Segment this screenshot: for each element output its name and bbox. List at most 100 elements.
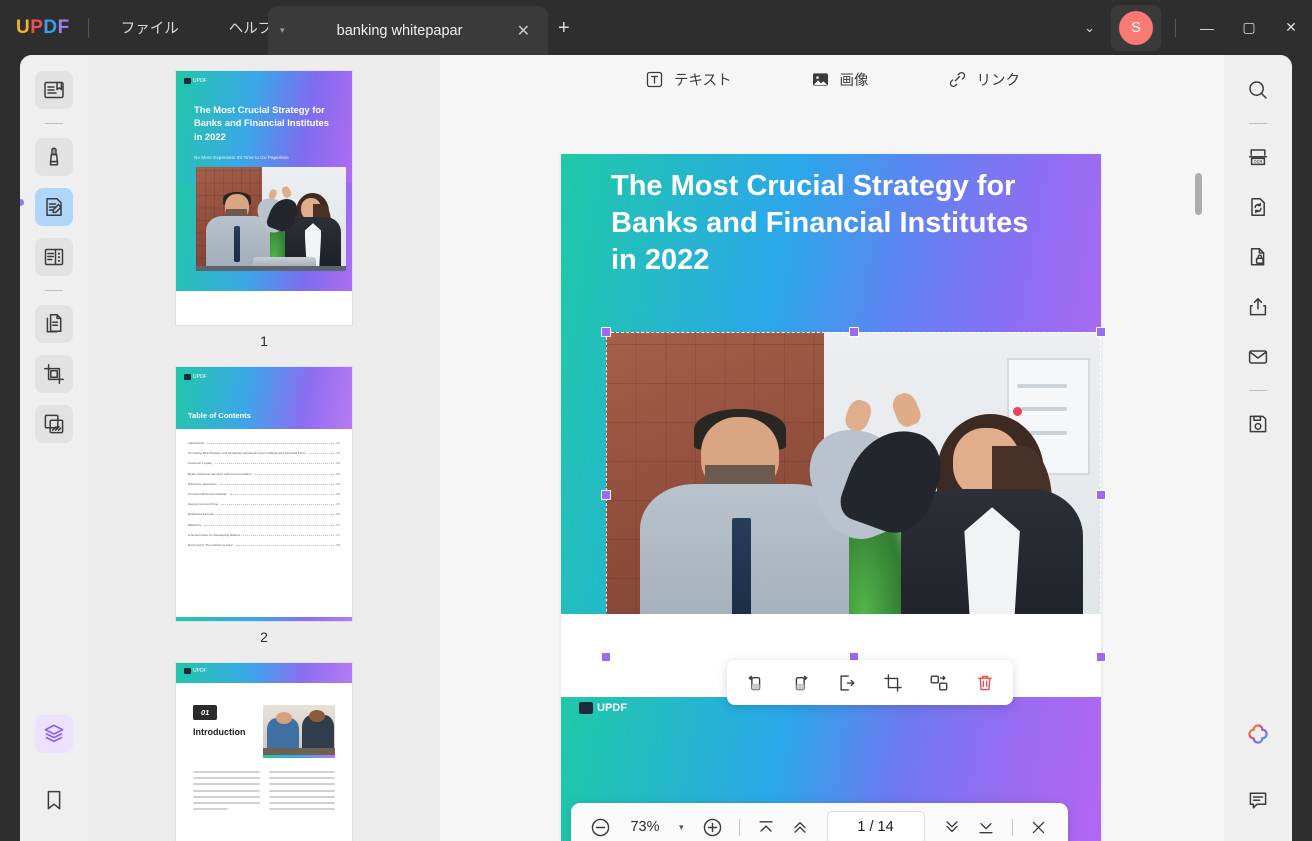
toolbar-text-label: テキスト xyxy=(673,72,732,89)
thumbnail-preview: UPDF The Most Crucial Strategy for Banks… xyxy=(176,71,352,325)
title-bar: UPDF ファイル ヘルプ ▾ banking whitepapar ✕ + ⌄… xyxy=(0,0,1312,55)
bookmark-icon xyxy=(47,790,61,810)
tab-caret-icon[interactable]: ▾ xyxy=(280,25,285,36)
active-tool-indicator xyxy=(20,199,24,206)
cover-title[interactable]: The Most Crucial Strategy for Banks and … xyxy=(611,168,1051,279)
sidebar-item-batch-process[interactable] xyxy=(35,405,73,443)
chevron-down-icon[interactable]: ⌄ xyxy=(1072,12,1107,44)
zoom-in-icon xyxy=(703,818,722,836)
next-page-icon xyxy=(945,821,958,833)
toolbar-link-tool[interactable]: リンク xyxy=(939,64,1029,95)
thumbnail-preview: UPDF 01 Introduction xyxy=(176,663,352,841)
crop-image-button[interactable] xyxy=(877,667,909,699)
toolbar-text-tool[interactable]: テキスト xyxy=(636,64,740,95)
thumbnail-panel[interactable]: UPDF The Most Crucial Strategy for Banks… xyxy=(88,55,440,841)
sidebar-item-layers-panel[interactable] xyxy=(35,715,73,753)
edit-document-icon xyxy=(46,198,62,216)
thumbnail-page-3[interactable]: UPDF 01 Introduction 3 xyxy=(88,663,440,841)
left-tool-rail xyxy=(20,55,88,841)
thumb-hero-photo xyxy=(196,167,346,271)
page-canvas: The Most Crucial Strategy for Banks and … xyxy=(440,103,1224,841)
window-controls-divider xyxy=(1175,18,1176,37)
page-navigation-bar: 73% ▾ 1 / 14 xyxy=(571,803,1068,841)
right-tool-rail: OCR xyxy=(1224,55,1292,841)
sidebar-item-crop-page[interactable] xyxy=(35,355,73,393)
envelope-icon xyxy=(1248,350,1268,364)
pdf-page-1[interactable]: The Most Crucial Strategy for Banks and … xyxy=(561,154,1106,841)
sidebar-item-ai-assistant[interactable] xyxy=(1239,715,1277,753)
sidebar-item-edit-pdf[interactable] xyxy=(35,188,73,226)
close-window-button[interactable]: ✕ xyxy=(1270,0,1312,55)
tab-title: banking whitepapar xyxy=(336,22,463,39)
sidebar-item-bookmarks-panel[interactable] xyxy=(35,781,73,819)
sidebar-item-share[interactable] xyxy=(1239,288,1277,326)
sidebar-item-annotate[interactable] xyxy=(35,138,73,176)
maximize-button[interactable]: ▢ xyxy=(1228,0,1270,55)
zoom-dropdown-caret-icon[interactable]: ▾ xyxy=(675,822,694,833)
thumbnail-number: 2 xyxy=(260,629,268,645)
close-pagebar-button[interactable] xyxy=(1024,812,1054,841)
sidebar-item-convert-pdf[interactable] xyxy=(35,305,73,343)
first-page-icon xyxy=(758,821,773,832)
right-rail-divider-1 xyxy=(1249,123,1267,124)
viewer-scrollbar-track[interactable] xyxy=(1195,158,1213,831)
highlighter-pen-icon xyxy=(49,147,59,166)
pagebar-divider-1 xyxy=(738,818,740,836)
replace-icon xyxy=(930,675,948,690)
extract-image-button[interactable] xyxy=(831,667,863,699)
document-tab[interactable]: ▾ banking whitepapar ✕ xyxy=(268,6,548,55)
next-page-button[interactable] xyxy=(937,812,967,841)
last-page-button[interactable] xyxy=(971,812,1001,841)
thumb-toc-list: Introduction 04 Promoting Best Practice a… xyxy=(188,441,340,553)
account-button[interactable]: S xyxy=(1111,4,1161,51)
viewer-scrollbar-thumb[interactable] xyxy=(1195,173,1202,215)
tab-close-icon[interactable]: ✕ xyxy=(511,21,536,41)
close-icon xyxy=(1032,821,1045,833)
toc-entry: Don't worry! The solution is here! 08 xyxy=(188,542,340,547)
page-organize-icon xyxy=(44,248,64,266)
sidebar-item-protect[interactable] xyxy=(1239,238,1277,276)
toc-entry: Introduction 04 xyxy=(188,441,340,445)
zoom-in-button[interactable] xyxy=(698,812,728,841)
cover-hero-image[interactable] xyxy=(606,332,1101,657)
minimize-button[interactable]: — xyxy=(1186,0,1228,55)
thumbnail-preview: UPDF Table of Contents Introduction 04 Pr… xyxy=(176,367,352,621)
toc-entry: Promotes Business Globally 05 xyxy=(188,491,340,496)
sidebar-item-organize-pages[interactable] xyxy=(35,238,73,276)
sidebar-item-search[interactable] xyxy=(1239,71,1277,109)
toolbar-image-label: 画像 xyxy=(839,72,869,89)
pagebar-divider-2 xyxy=(1011,818,1013,836)
titlebar-divider xyxy=(87,17,89,38)
sidebar-item-reader-view[interactable] xyxy=(35,71,73,109)
rotate-right-button[interactable] xyxy=(785,667,817,699)
toolbar-image-tool[interactable]: 画像 xyxy=(802,64,877,95)
image-icon xyxy=(812,72,828,86)
zoom-level-value[interactable]: 73% xyxy=(619,819,671,835)
new-tab-button[interactable]: + xyxy=(558,17,570,40)
page-number-input[interactable]: 1 / 14 xyxy=(826,810,925,841)
image-context-toolbar xyxy=(727,660,1013,705)
previous-page-icon xyxy=(793,821,806,833)
lock-document-icon xyxy=(1250,248,1265,266)
thumbnail-page-2[interactable]: UPDF Table of Contents Introduction 04 Pr… xyxy=(88,367,440,655)
sidebar-item-comments[interactable] xyxy=(1239,781,1277,819)
menu-file[interactable]: ファイル xyxy=(107,11,193,44)
thumbnail-page-1[interactable]: UPDF The Most Crucial Strategy for Banks… xyxy=(88,71,440,359)
rotate-left-button[interactable] xyxy=(739,667,771,699)
thumb-section-heading: Introduction xyxy=(193,727,246,737)
zoom-out-button[interactable] xyxy=(585,812,615,841)
batch-stack-icon xyxy=(44,414,64,434)
ocr-icon: OCR xyxy=(1248,149,1268,166)
replace-image-button[interactable] xyxy=(923,667,955,699)
layers-icon xyxy=(44,724,64,743)
delete-image-button[interactable] xyxy=(969,667,1001,699)
sidebar-item-ocr[interactable]: OCR xyxy=(1239,138,1277,176)
toc-entry: Better Customer Services and Communicati… xyxy=(188,471,340,476)
previous-page-button[interactable] xyxy=(785,812,815,841)
sidebar-item-convert[interactable] xyxy=(1239,188,1277,226)
save-floppy-icon xyxy=(1249,415,1267,433)
sidebar-item-email[interactable] xyxy=(1239,338,1277,376)
thumb-logo: UPDF xyxy=(184,668,207,674)
first-page-button[interactable] xyxy=(751,812,781,841)
sidebar-item-save[interactable] xyxy=(1239,405,1277,443)
